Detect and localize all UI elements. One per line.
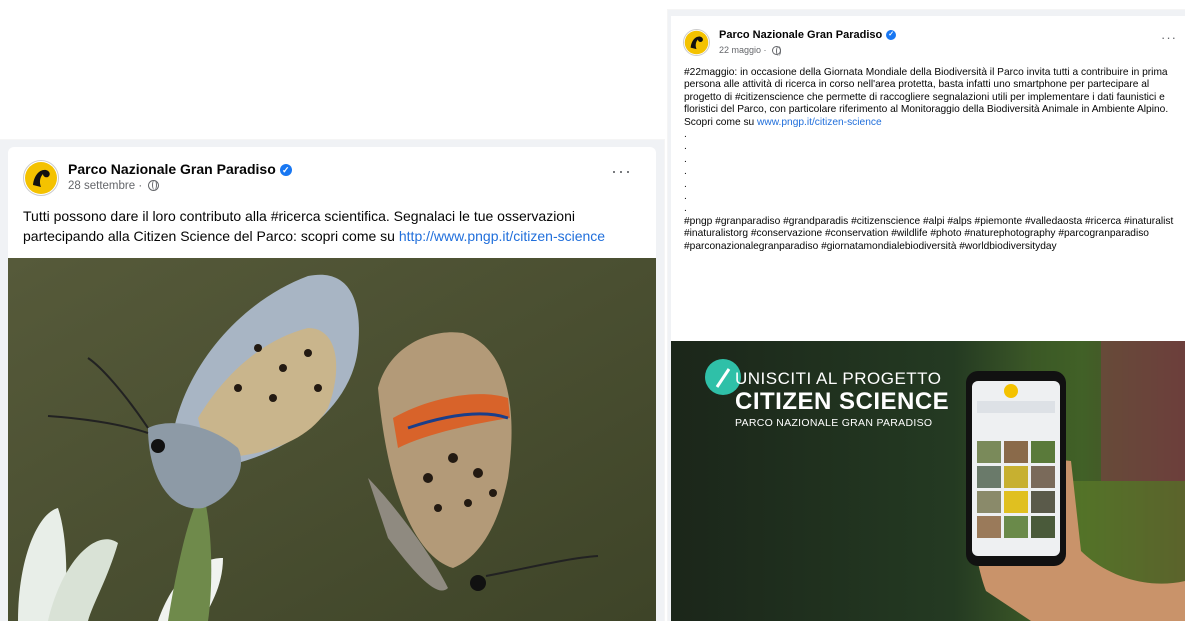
post-text: #22maggio: in occasione della Giornata M… [684, 67, 1176, 253]
globe-icon [772, 46, 782, 57]
post-link[interactable]: www.pngp.it/citizen-science [757, 117, 882, 128]
banner-line-1: UNISCITI AL PROGETTO [735, 369, 942, 388]
post-meta: 22 maggio · [719, 45, 782, 57]
post-body: #22maggio: in occasione della Giornata M… [684, 67, 1169, 116]
author-name[interactable]: Parco Nazionale Gran Paradiso [68, 161, 276, 177]
verified-badge-icon: ✓ [279, 164, 292, 177]
dot-line: . [684, 166, 687, 178]
page-avatar[interactable] [683, 29, 710, 56]
author-name[interactable]: Parco Nazionale Gran Paradiso [719, 29, 882, 41]
post-meta: 28 settembre · [68, 180, 160, 192]
butterflies-photo [8, 258, 656, 621]
post-hashtags: #pngp #granparadiso #grandparadis #citiz… [684, 215, 1174, 252]
dot-line: . [684, 203, 687, 215]
dot-lines: . . . . . . . [684, 129, 1176, 216]
meta-separator: · [761, 45, 770, 55]
cta-text: Scopri come su [684, 116, 758, 128]
more-options-button[interactable]: ··· [1161, 30, 1177, 45]
banner-line-3: PARCO NAZIONALE GRAN PARADISO [735, 417, 933, 429]
feed-column-left: Parco Nazionale Gran Paradiso ✓ 28 settem… [0, 140, 664, 621]
verified-badge-icon: ✓ [886, 30, 897, 41]
dot-line: . [684, 178, 687, 190]
park-logo-icon [25, 162, 57, 194]
park-logo-icon [684, 30, 709, 55]
post-date[interactable]: 22 maggio [719, 45, 761, 55]
dot-line: . [684, 190, 687, 202]
more-options-button[interactable]: ··· [611, 161, 632, 182]
page-avatar[interactable] [23, 160, 59, 196]
post-card: Parco Nazionale Gran Paradiso ✓ 28 settem… [8, 147, 656, 621]
post-author[interactable]: Parco Nazionale Gran Paradiso ✓ [68, 161, 292, 177]
post-card: Parco Nazionale Gran Paradiso ✓ 22 maggio… [671, 16, 1185, 621]
dot-line: . [684, 141, 687, 153]
post-photo[interactable]: UNISCITI AL PROGETTO CITIZEN SCIENCE PAR… [671, 341, 1185, 621]
feed-column-right: Parco Nazionale Gran Paradiso ✓ 22 maggio… [668, 10, 1185, 621]
post-text: Tutti possono dare il loro contributo al… [23, 206, 643, 246]
globe-icon [148, 180, 160, 192]
post-author[interactable]: Parco Nazionale Gran Paradiso ✓ [719, 29, 897, 41]
post-date[interactable]: 28 settembre [68, 180, 135, 192]
dot-line: . [684, 129, 687, 141]
meta-separator: · [135, 180, 146, 192]
post-link[interactable]: http://www.pngp.it/citizen-science [399, 228, 605, 244]
post-cta: Scopri come su www.pngp.it/citizen-scien… [684, 117, 1176, 129]
banner-line-2: CITIZEN SCIENCE [735, 388, 950, 415]
post-photo[interactable] [8, 258, 656, 621]
dot-line: . [684, 153, 687, 165]
